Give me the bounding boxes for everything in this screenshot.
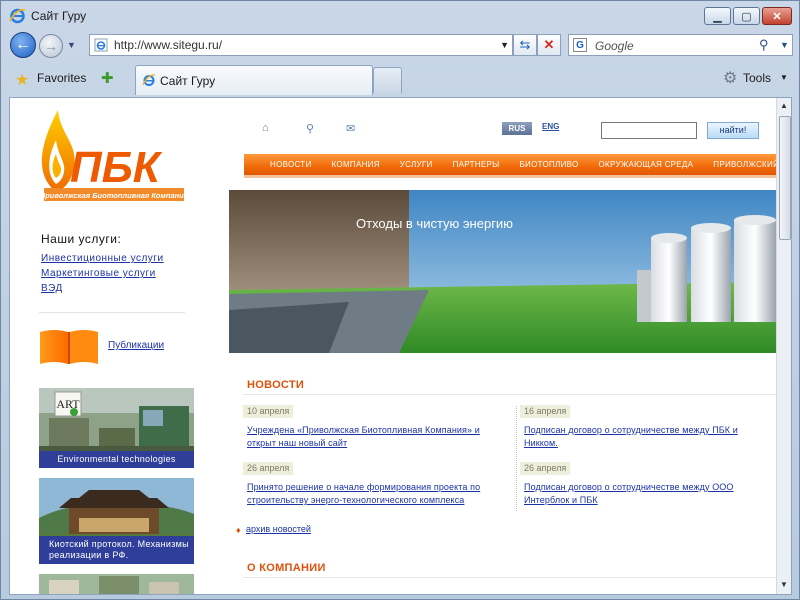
tab-title: Сайт Гуру (160, 74, 216, 88)
title-bar: Сайт Гуру ▁ ▢ ✕ (1, 1, 799, 31)
search-options-dropdown[interactable]: ▼ (780, 40, 789, 50)
minimize-button[interactable]: ▁ (704, 7, 731, 25)
service-link-ved[interactable]: ВЭД (41, 283, 63, 294)
window-title: Сайт Гуру (31, 9, 87, 23)
tab-active[interactable]: Сайт Гуру (135, 65, 373, 95)
divider (39, 312, 185, 313)
minimize-icon: ▁ (713, 10, 722, 23)
scroll-down-icon[interactable]: ▼ (780, 580, 788, 589)
news-archive-link[interactable]: архив новостей (246, 524, 311, 534)
services-title: Наши услуги: (41, 232, 122, 246)
browser-window: Сайт Гуру ▁ ▢ ✕ ← → ▼ http://www.sitegu.… (0, 0, 800, 600)
command-bar: ★ Favorites ✚ Сайт Гуру ⚙ Tools ▼ (1, 63, 799, 95)
find-button[interactable]: найти! (707, 122, 759, 139)
language-eng[interactable]: ENG (542, 122, 559, 131)
banner-kyoto-protocol[interactable]: Киотский протокол. Механизмы реализации … (39, 478, 194, 564)
navigation-bar: ← → ▼ http://www.sitegu.ru/ ▼ ⇆ ✕ G Goog… (1, 31, 799, 59)
forward-arrow-icon: → (44, 38, 58, 54)
refresh-button[interactable]: ⇆ (513, 34, 537, 56)
add-favorites-icon[interactable]: ✚ (101, 69, 114, 87)
hero-slogan: Отходы в чистую энергию (356, 216, 513, 231)
news-date: 16 апреля (520, 405, 571, 418)
menu-item-biofuel[interactable]: БИОТОПЛИВО (520, 160, 579, 169)
menu-item-news[interactable]: НОВОСТИ (270, 160, 312, 169)
back-arrow-icon: ← (15, 36, 31, 53)
flame-bullet-icon: ♦ (236, 525, 241, 535)
close-icon: ✕ (772, 10, 782, 23)
menu-item-environment[interactable]: ОКРУЖАЮЩАЯ СРЕДА (599, 160, 694, 169)
refresh-icon: ⇆ (519, 37, 531, 52)
service-link-marketing[interactable]: Маркетинговые услуги (41, 268, 156, 279)
ie-logo-icon (9, 8, 26, 24)
maximize-icon: ▢ (741, 10, 752, 23)
ie-page-icon (142, 74, 156, 86)
home-icon[interactable]: ⌂ (262, 122, 269, 134)
search-placeholder: Google (595, 39, 634, 53)
news-link[interactable]: Подписан договор о сотрудничестве между … (524, 424, 754, 450)
divider (243, 394, 776, 395)
scroll-thumb[interactable] (779, 116, 791, 240)
stop-button[interactable]: ✕ (537, 34, 561, 56)
news-link[interactable]: Подписан договор о сотрудничестве между … (524, 481, 754, 507)
page-icon (94, 38, 108, 52)
news-link[interactable]: Учреждена «Приволжская Биотопливная Комп… (247, 424, 507, 450)
language-rus[interactable]: RUS (502, 122, 532, 135)
art-badge: ART (56, 397, 80, 411)
publications-link[interactable]: Публикации (108, 340, 164, 351)
recent-pages-dropdown[interactable]: ▼ (67, 40, 76, 50)
news-date: 26 апреля (243, 462, 294, 475)
logo-text: ПБК (70, 143, 163, 192)
company-section-title: О КОМПАНИИ (247, 562, 326, 574)
page-viewport: ПБК «Приволжская Биотопливная Компания» … (9, 97, 792, 595)
banner-caption: Environmental technologies (39, 451, 194, 468)
search-box[interactable]: G Google ⚲ ▼ (568, 34, 793, 56)
google-icon: G (573, 38, 587, 52)
banner-caption: Киотский протокол. Механизмы реализации … (39, 536, 194, 564)
banner-city[interactable] (39, 574, 194, 594)
scroll-up-icon[interactable]: ▲ (780, 101, 788, 110)
hero-image (229, 190, 776, 353)
service-link-investment[interactable]: Инвестиционные услуги (41, 253, 164, 264)
menu-item-company[interactable]: КОМПАНИЯ (332, 160, 380, 169)
favorites-star-icon: ★ (15, 72, 30, 89)
favorites-button[interactable]: Favorites (37, 71, 86, 85)
back-button[interactable]: ← (10, 32, 36, 58)
forward-button[interactable]: → (39, 34, 63, 58)
banner-environmental-technologies[interactable]: ART Environmental technologies (39, 388, 194, 468)
address-dropdown-icon[interactable]: ▼ (500, 40, 509, 50)
news-section-title: НОВОСТИ (247, 379, 305, 391)
news-date: 26 апреля (520, 462, 571, 475)
vertical-scrollbar[interactable]: ▲ ▼ (776, 98, 791, 594)
tools-button[interactable]: Tools (743, 71, 771, 85)
hero-banner: Отходы в чистую энергию (229, 190, 776, 353)
publications-book-icon[interactable] (40, 328, 98, 364)
logo-subtitle: «Приволжская Биотопливная Компания» (36, 191, 184, 200)
mail-icon[interactable]: ✉ (346, 122, 355, 135)
company-logo[interactable]: ПБК «Приволжская Биотопливная Компания» (34, 104, 184, 210)
search-icon[interactable]: ⚲ (759, 37, 769, 53)
tools-dropdown-icon[interactable]: ▼ (780, 73, 788, 82)
gear-icon: ⚙ (723, 70, 738, 87)
address-text: http://www.sitegu.ru/ (114, 38, 223, 52)
site-search-input[interactable] (601, 122, 697, 139)
news-date: 10 апреля (243, 405, 294, 418)
menu-item-partners[interactable]: ПАРТНЕРЫ (453, 160, 500, 169)
stop-icon: ✕ (543, 37, 555, 52)
divider (243, 577, 776, 578)
city-photo (39, 574, 194, 594)
close-button[interactable]: ✕ (762, 7, 792, 25)
menu-item-services[interactable]: УСЛУГИ (400, 160, 433, 169)
address-bar[interactable]: http://www.sitegu.ru/ ▼ (89, 34, 513, 56)
news-link[interactable]: Принято решение о начале формирования пр… (247, 481, 507, 507)
search-icon[interactable]: ⚲ (306, 122, 314, 135)
maximize-button[interactable]: ▢ (733, 7, 760, 25)
main-menu: НОВОСТИ КОМПАНИЯ УСЛУГИ ПАРТНЕРЫ БИОТОПЛ… (244, 154, 791, 178)
news-column-divider (516, 406, 517, 511)
new-tab-button[interactable] (373, 67, 402, 93)
